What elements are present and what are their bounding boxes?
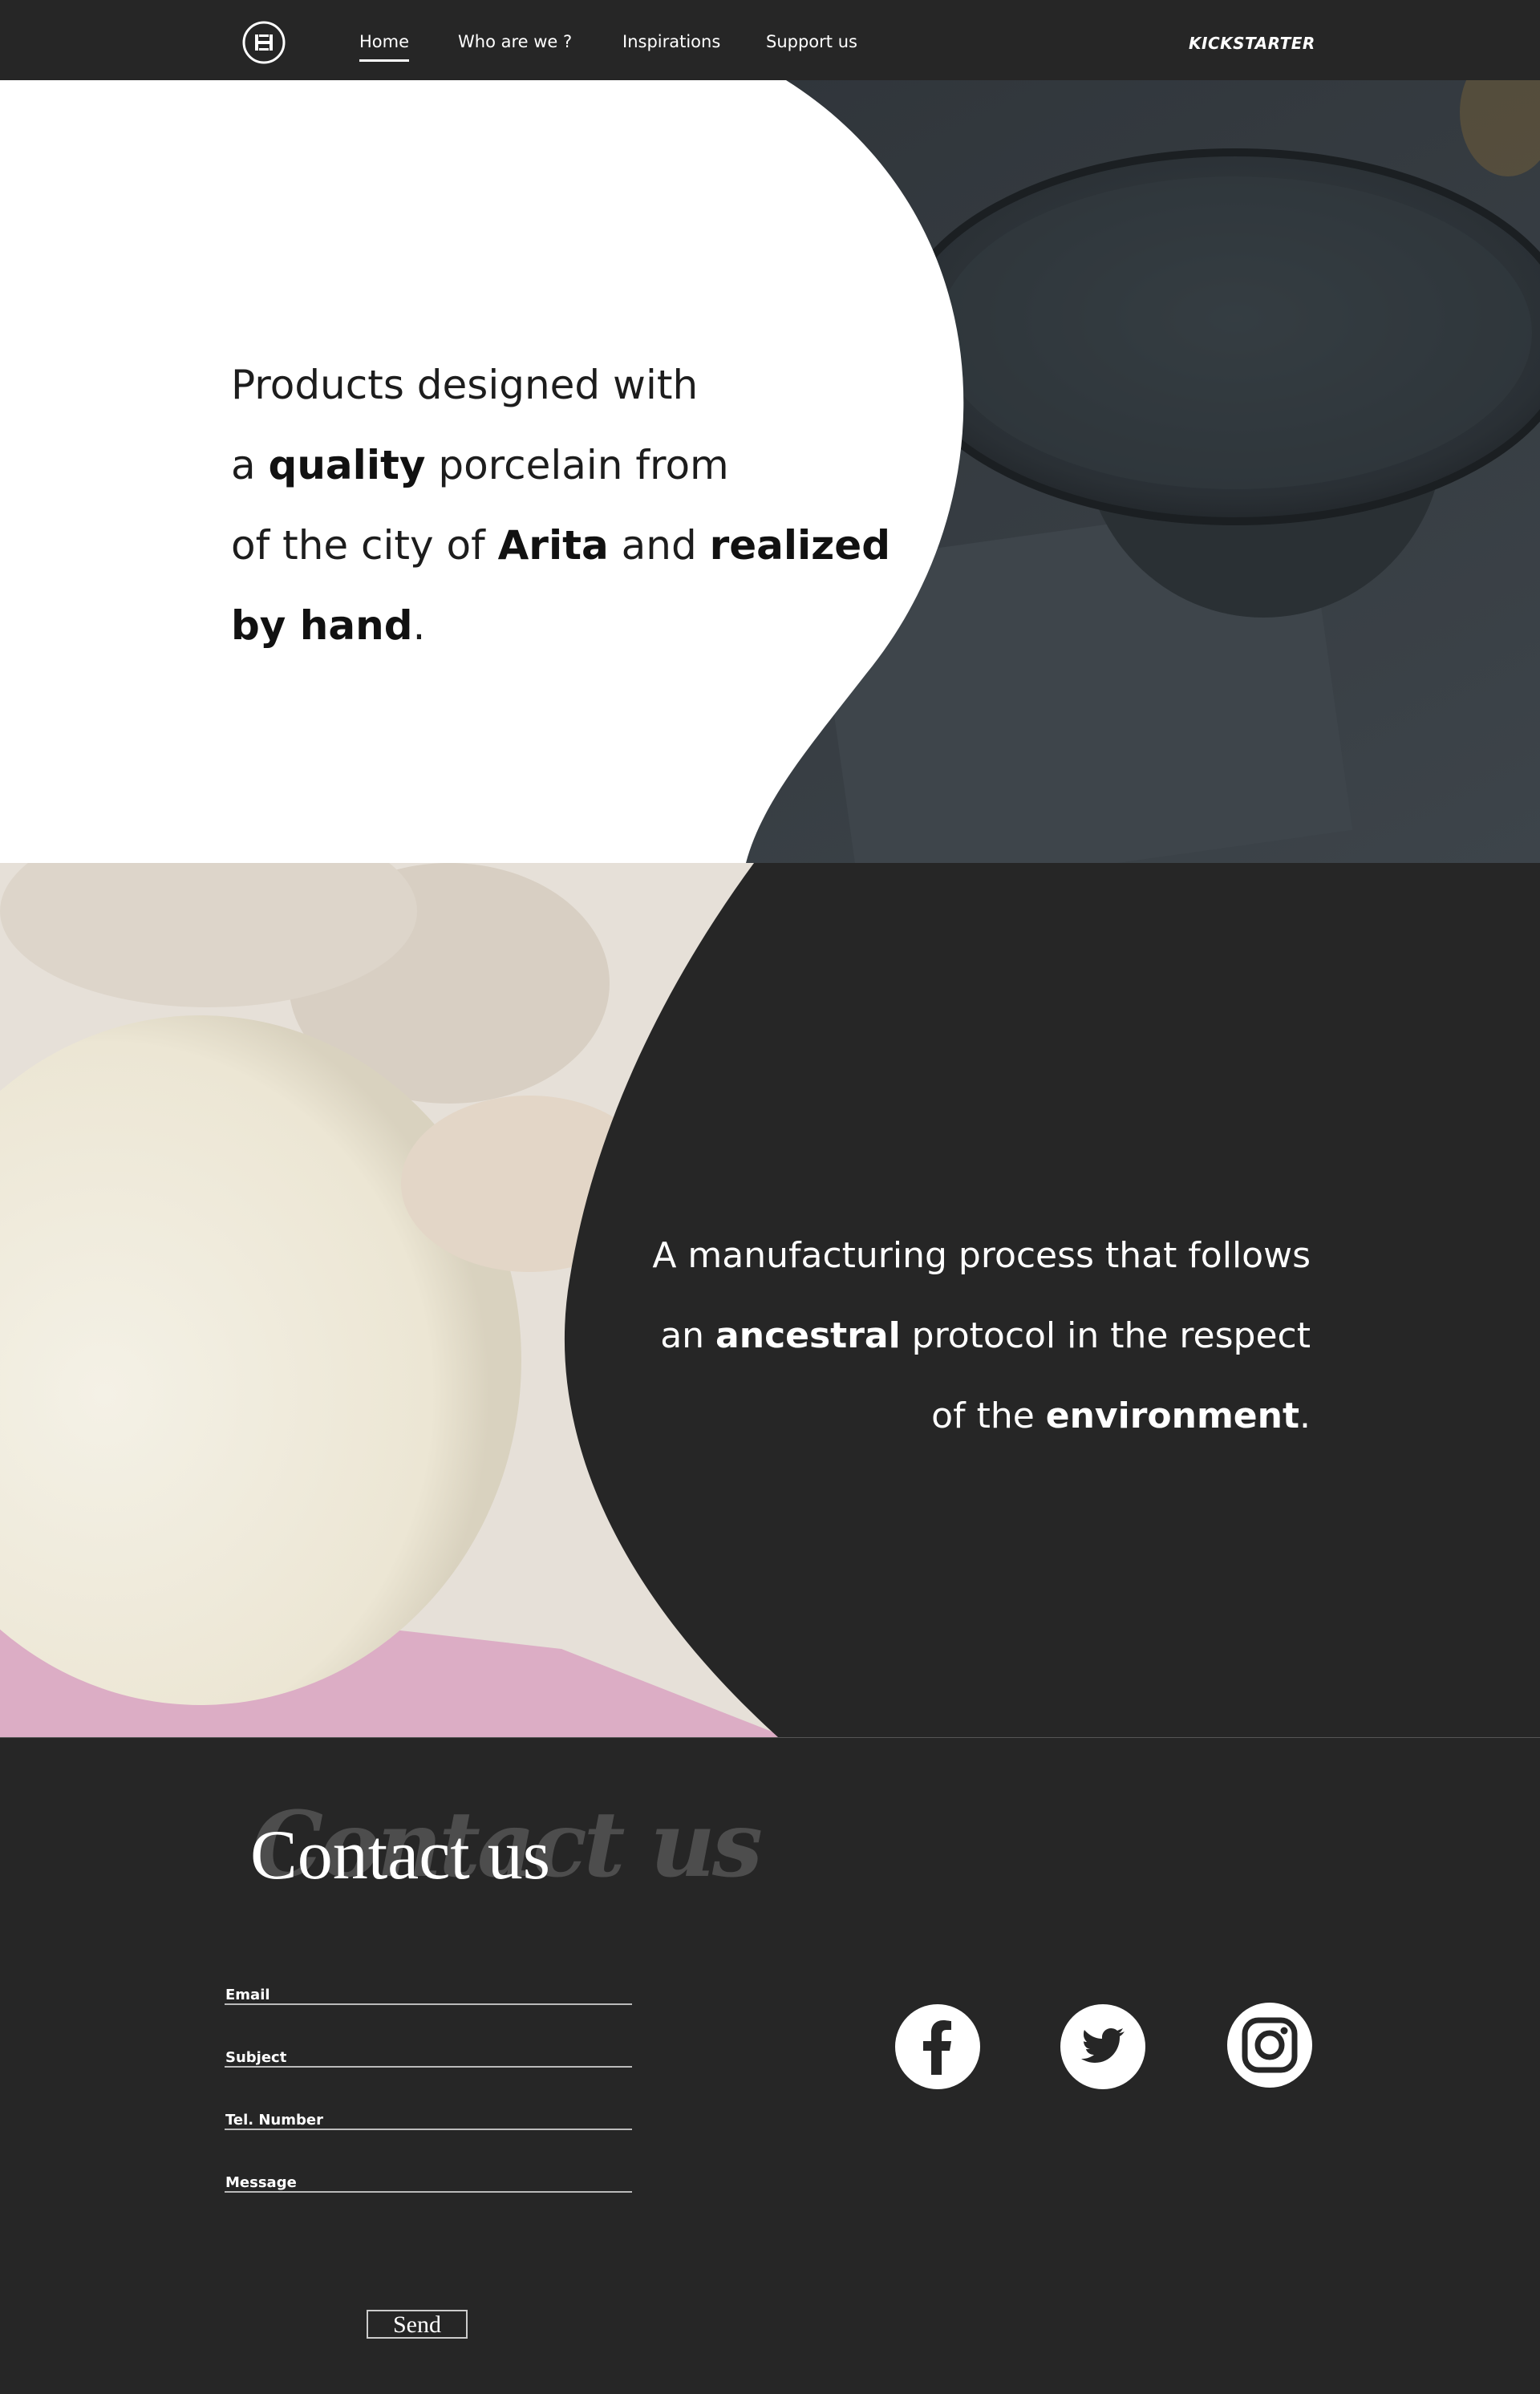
hero-line-4-post: . <box>412 602 426 649</box>
nav-item-who-are-we[interactable]: Who are we ? <box>458 32 572 51</box>
hero-quality: quality <box>268 442 426 488</box>
process-line-3: of the environment. <box>589 1376 1311 1456</box>
kickstarter-link[interactable]: KICKSTARTER <box>1189 34 1315 53</box>
contact-title: Contact us <box>250 1817 550 1894</box>
process-line-2-post: protocol in the respect <box>900 1315 1311 1356</box>
process-section: A manufacturing process that follows an … <box>0 863 1540 1737</box>
process-line-2-pre: an <box>660 1315 716 1356</box>
hero-line-3-pre: of the city of <box>231 522 498 569</box>
contact-section: Contact us Contact us Email Subject Tel.… <box>0 1737 1540 2394</box>
process-line-3-pre: of the <box>931 1395 1046 1436</box>
process-line-2: an ancestral protocol in the respect <box>589 1296 1311 1376</box>
hero-line-3: of the city of Arita and realized <box>231 505 890 585</box>
hero-section: Products designed with a quality porcela… <box>0 80 1540 863</box>
process-ancestral: ancestral <box>715 1315 901 1356</box>
hero-by-hand: by hand <box>231 602 413 649</box>
email-field[interactable]: Email <box>225 1979 635 2005</box>
message-input[interactable] <box>225 2167 635 2193</box>
hero-line-3-mid: and <box>608 522 710 569</box>
twitter-icon[interactable] <box>1060 2004 1145 2089</box>
process-headline: A manufacturing process that follows an … <box>589 1216 1311 1456</box>
send-button[interactable]: Send <box>367 2310 468 2339</box>
subject-input[interactable] <box>225 2042 635 2068</box>
tel-number-field[interactable]: Tel. Number <box>225 2104 635 2130</box>
subject-field[interactable]: Subject <box>225 2042 635 2068</box>
facebook-icon[interactable] <box>895 2004 980 2089</box>
hero-realized: realized <box>709 522 890 569</box>
email-input[interactable] <box>225 1979 635 2005</box>
hero-arita: Arita <box>497 522 609 569</box>
nav-item-home[interactable]: Home <box>359 32 410 62</box>
nav-item-inspirations[interactable]: Inspirations <box>622 32 720 51</box>
brand-logo-icon[interactable] <box>241 20 286 65</box>
hero-line-2-post: porcelain from <box>425 442 729 488</box>
message-field[interactable]: Message <box>225 2167 635 2193</box>
process-environment: environment <box>1045 1395 1299 1436</box>
hero-line-2-pre: a <box>231 442 269 488</box>
process-line-3-post: . <box>1299 1395 1311 1436</box>
tel-number-input[interactable] <box>225 2104 635 2130</box>
hero-line-4: by hand. <box>231 585 873 666</box>
nav-item-support-us[interactable]: Support us <box>766 32 857 51</box>
instagram-icon[interactable] <box>1227 2003 1312 2088</box>
hero-line-2: a quality porcelain from <box>231 425 873 505</box>
process-line-1: A manufacturing process that follows <box>652 1235 1311 1276</box>
top-navigation: Home Who are we ? Inspirations Support u… <box>0 0 1540 80</box>
hero-headline: Products designed with a quality porcela… <box>231 345 890 666</box>
hero-line-1: Products designed with <box>231 362 699 408</box>
